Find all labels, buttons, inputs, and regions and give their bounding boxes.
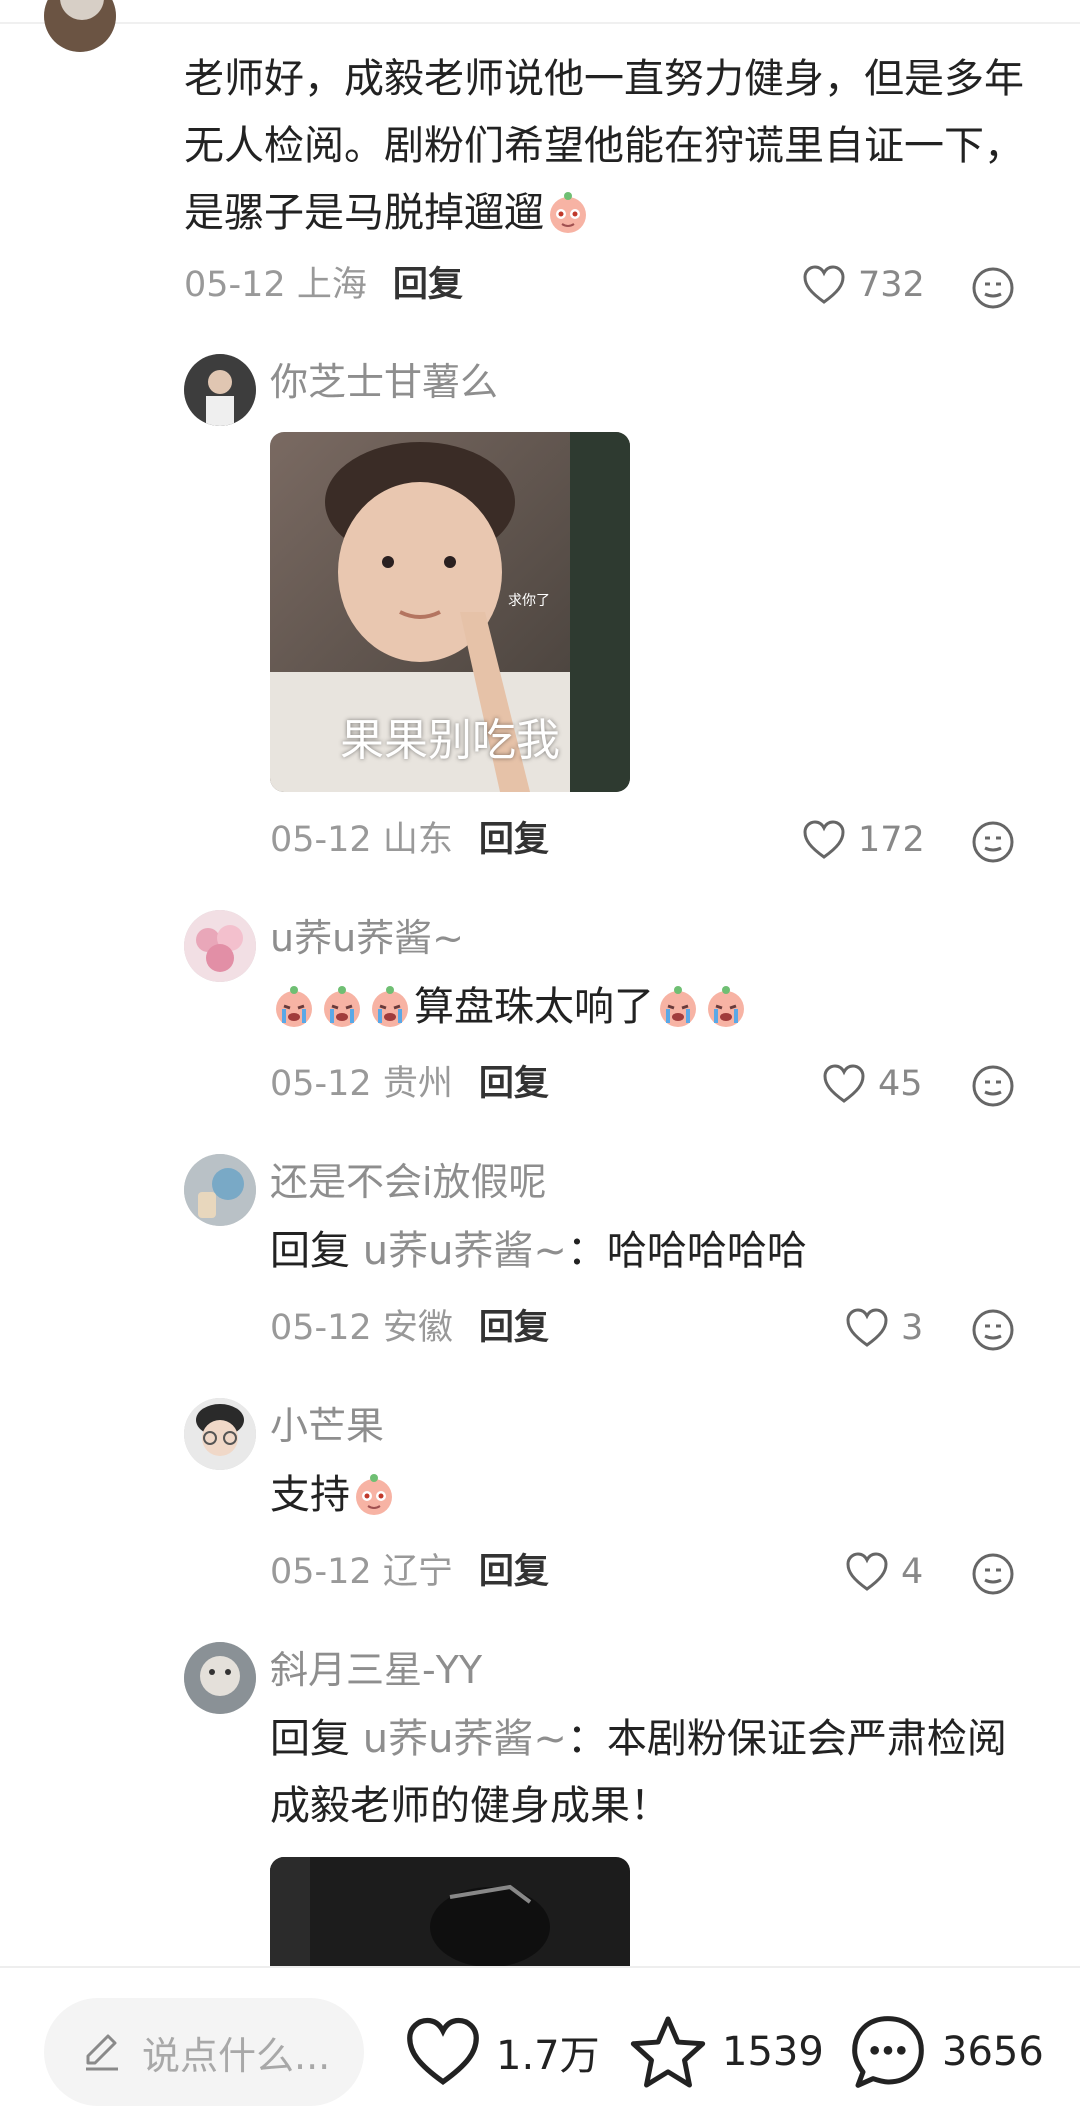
comments-screen: 老师好，成毅老师说他一直努力健身，但是多年无人检阅。剧粉们希望他能在狩谎里自证一… (0, 0, 1080, 2114)
comment-input-placeholder: 说点什么... (142, 2033, 331, 2078)
like-count: 3 (901, 1308, 924, 1348)
main-comment-avatar[interactable] (44, 0, 116, 52)
like-total: 1.7万 (496, 2033, 600, 2079)
reply-like[interactable]: 4 (845, 1547, 923, 1597)
reply-button[interactable]: 回复 (479, 1064, 549, 1104)
reply-username[interactable]: 你芝士甘薯么 (270, 356, 498, 408)
reply-button[interactable]: 回复 (479, 820, 549, 860)
like-count: 732 (858, 265, 925, 305)
sticker-image[interactable]: 求你了 果果别吃我 (270, 432, 630, 792)
reply-like[interactable]: 3 (845, 1303, 923, 1353)
date-location: 05-12 辽宁 (270, 1552, 453, 1592)
sticker-caption: 果果别吃我 (340, 715, 560, 766)
reply-avatar[interactable] (184, 354, 256, 426)
reply-avatar[interactable] (184, 1398, 256, 1470)
star-icon (630, 2016, 706, 2088)
crying-emoji-icon (276, 986, 312, 1027)
reply-username[interactable]: 斜月三星-YY (270, 1644, 482, 1696)
favorite-action[interactable]: 1539 (628, 1998, 824, 2106)
like-count: 45 (878, 1064, 923, 1104)
blush-emoji-icon (356, 1474, 392, 1515)
date-location: 05-12 贵州 (270, 1064, 453, 1104)
sticker-small-text: 求你了 (508, 593, 550, 609)
date-location: 05-12 安徽 (270, 1308, 453, 1348)
reply-username[interactable]: 还是不会i放假呢 (270, 1156, 547, 1208)
emoji-face-icon[interactable] (971, 820, 1015, 864)
bottom-action-bar: 说点什么... 1.7万 1539 3656 (0, 1966, 1080, 2114)
like-count: 172 (858, 820, 925, 860)
chat-bubble-icon (852, 2016, 924, 2088)
emoji-face-icon[interactable] (971, 1064, 1015, 1108)
crying-emoji-icon (324, 986, 360, 1027)
reply-username[interactable]: u荞u荞酱~ (270, 912, 464, 964)
reply-button[interactable]: 回复 (479, 1552, 549, 1592)
crying-emoji-group (270, 984, 414, 1030)
main-comment-meta: 05-12 上海 回复 (184, 260, 463, 310)
reply-meta: 05-12 贵州 回复 (270, 1059, 549, 1109)
pencil-icon (86, 2034, 118, 2071)
heart-icon (803, 265, 845, 304)
blush-emoji-icon (550, 192, 586, 233)
date-location: 05-12 上海 (184, 265, 367, 305)
reply-prefix: 回复 (270, 1716, 350, 1762)
reply-text: 算盘珠太响了 (270, 974, 1040, 1041)
reply-avatar[interactable] (184, 910, 256, 982)
crying-emoji-icon (708, 986, 744, 1027)
comment-total: 3656 (942, 2029, 1044, 2075)
heart-icon (846, 1308, 888, 1347)
like-action[interactable]: 1.7万 (404, 1998, 600, 2106)
date-location: 05-12 山东 (270, 820, 453, 860)
crying-emoji-icon (372, 986, 408, 1027)
reply-meta: 05-12 山东 回复 (270, 815, 549, 865)
reply-avatar[interactable] (184, 1642, 256, 1714)
main-comment-like[interactable]: 732 (802, 260, 925, 310)
reply-to-user[interactable]: u荞u荞酱~ (363, 1716, 567, 1762)
comment-input[interactable]: 说点什么... (44, 1998, 364, 2106)
like-count: 4 (901, 1552, 924, 1592)
reply-avatar[interactable] (184, 1154, 256, 1226)
reply-text: 支持 (270, 1462, 1040, 1529)
reply-text: 回复 u荞u荞酱~：哈哈哈哈哈 (270, 1228, 807, 1274)
reply-media-thumbnail[interactable] (270, 1857, 630, 1977)
reply-username[interactable]: 小芒果 (270, 1400, 384, 1452)
reply-like[interactable]: 45 (822, 1059, 923, 1109)
crying-emoji-icon (660, 986, 696, 1027)
media-photo (270, 1857, 630, 1977)
emoji-face-icon[interactable] (971, 266, 1015, 310)
reply-button[interactable]: 回复 (479, 1308, 549, 1348)
main-comment-text: 老师好，成毅老师说他一直努力健身，但是多年无人检阅。剧粉们希望他能在狩谎里自证一… (184, 56, 1024, 236)
comment-action[interactable]: 3656 (848, 1998, 1044, 2106)
top-divider (0, 22, 1080, 24)
heart-icon (407, 2017, 479, 2085)
reply-prefix: 回复 (270, 1228, 350, 1274)
emoji-face-icon[interactable] (971, 1308, 1015, 1352)
reply-text: 回复 u荞u荞酱~：本剧粉保证会严肃检阅成毅老师的健身成果！ (270, 1716, 1007, 1829)
reply-meta: 05-12 辽宁 回复 (270, 1547, 549, 1597)
reply-like[interactable]: 172 (802, 815, 925, 865)
reply-to-user[interactable]: u荞u荞酱~ (363, 1228, 567, 1274)
reply-button[interactable]: 回复 (393, 265, 463, 305)
emoji-face-icon[interactable] (971, 1552, 1015, 1596)
favorite-total: 1539 (722, 2029, 824, 2075)
heart-icon (823, 1064, 865, 1103)
heart-icon (846, 1552, 888, 1591)
reply-meta: 05-12 安徽 回复 (270, 1303, 549, 1353)
heart-icon (803, 820, 845, 859)
